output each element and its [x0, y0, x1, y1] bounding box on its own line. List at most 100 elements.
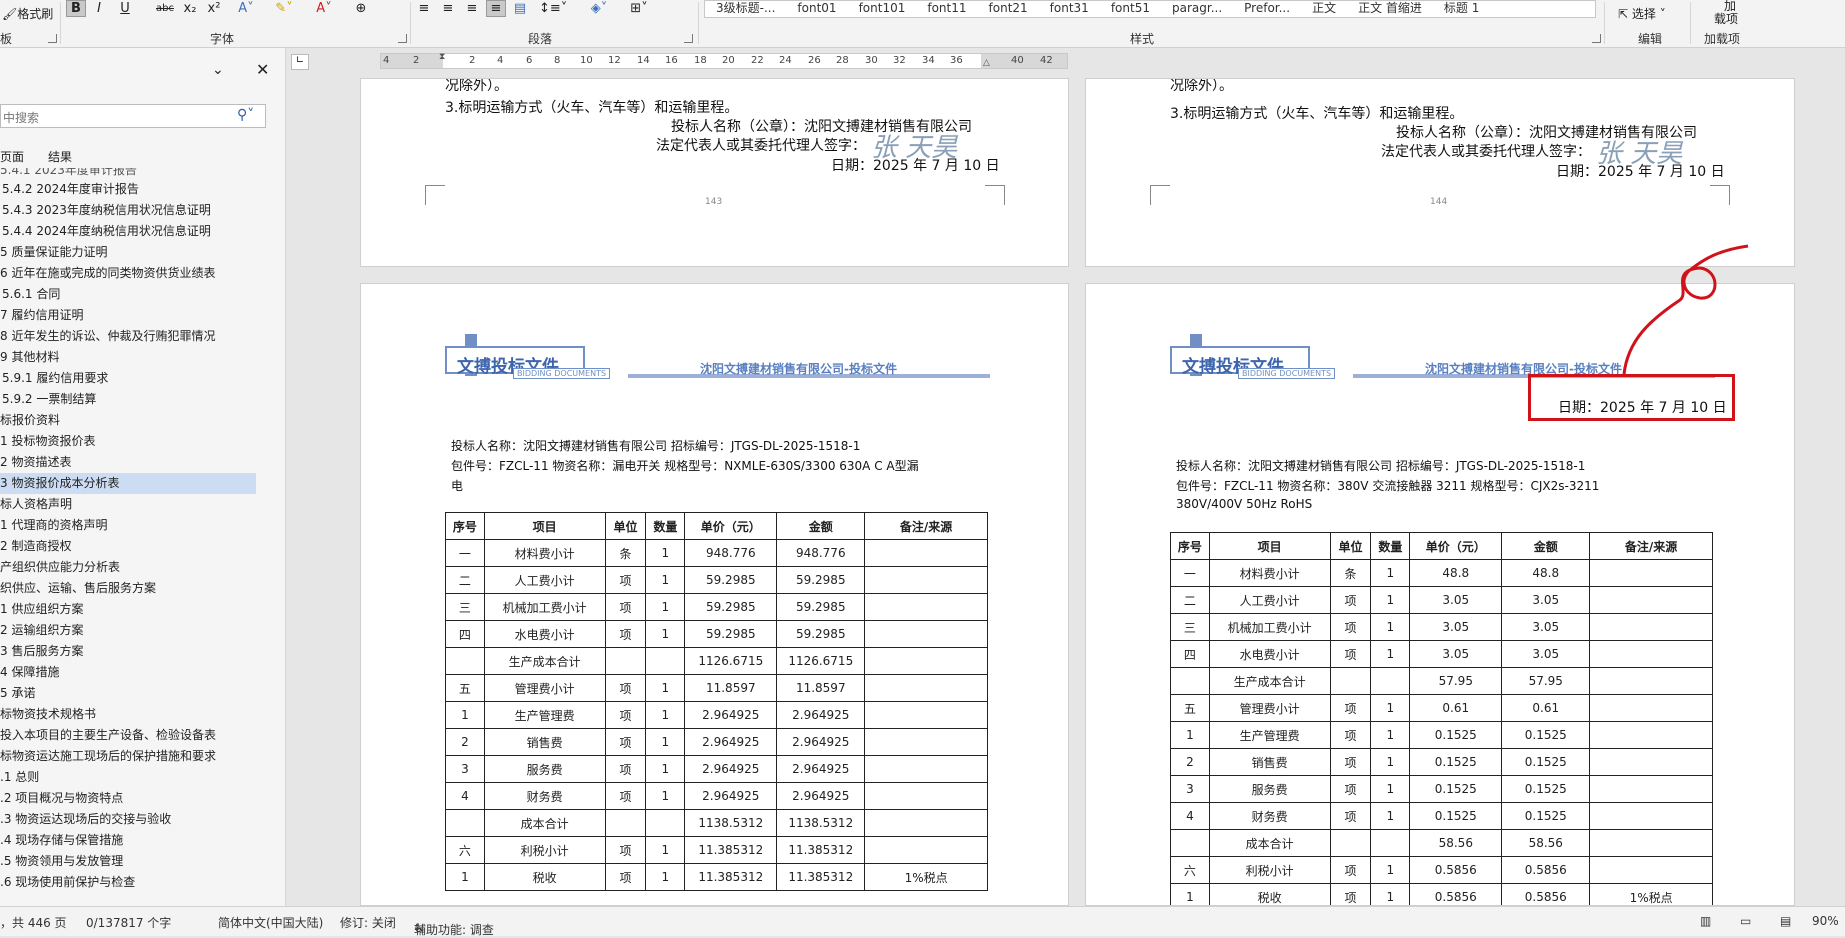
- style-item[interactable]: 正文: [1301, 1, 1347, 17]
- tab-selector-icon[interactable]: ∟: [291, 54, 309, 70]
- nav-item[interactable]: 5 质量保证能力证明: [0, 242, 256, 263]
- tab-results[interactable]: 结果: [48, 148, 72, 165]
- table-cell: 材料费小计: [1208, 559, 1331, 587]
- style-item[interactable]: 正文 首缩进: [1347, 1, 1433, 17]
- close-icon[interactable]: ✕: [256, 60, 269, 79]
- nav-item[interactable]: 标人资格声明: [0, 494, 256, 515]
- distributed-icon[interactable]: ▤: [510, 0, 530, 17]
- nav-item[interactable]: 5 承诺: [0, 683, 256, 704]
- nav-item[interactable]: 产组织供应能力分析表: [0, 557, 256, 578]
- language-status[interactable]: 简体中文(中国大陆): [218, 914, 323, 931]
- nav-item[interactable]: 投入本项目的主要生产设备、检验设备表: [0, 725, 256, 746]
- borders-icon[interactable]: ⊞˅: [624, 0, 654, 17]
- subscript-button[interactable]: x₂: [180, 0, 200, 17]
- nav-item[interactable]: 7 履约信用证明: [0, 305, 256, 326]
- nav-item[interactable]: .4 现场存储与保管措施: [0, 830, 256, 851]
- nav-item[interactable]: .2 项目概况与物资特点: [0, 788, 256, 809]
- chevron-down-icon[interactable]: ⌄: [212, 62, 224, 78]
- nav-item[interactable]: 标报价资料: [0, 410, 256, 431]
- nav-item[interactable]: 5.9.1 履约信用要求: [0, 368, 256, 389]
- page-count[interactable]: ，共 446 页: [0, 914, 67, 931]
- ruler-tick: 2: [413, 55, 420, 66]
- nav-item[interactable]: 1 投标物资报价表: [0, 431, 256, 452]
- nav-item[interactable]: .3 物资运达现场后的交接与验收: [0, 809, 256, 830]
- nav-item[interactable]: 5.4.3 2023年度纳税信用状况信息证明: [0, 200, 256, 221]
- nav-item[interactable]: .6 现场使用前保护与检查: [0, 872, 256, 893]
- divider: [1690, 2, 1691, 44]
- nav-item[interactable]: 6 近年在施或完成的同类物资供货业绩表: [0, 263, 256, 284]
- zoom-level[interactable]: 90%: [1812, 914, 1839, 928]
- style-item[interactable]: paragr...: [1161, 1, 1233, 17]
- read-mode-icon[interactable]: ▥: [1700, 914, 1711, 928]
- print-layout-icon[interactable]: ▭: [1740, 914, 1751, 928]
- nav-item[interactable]: .1 总则: [0, 767, 256, 788]
- style-item[interactable]: font11: [916, 1, 977, 17]
- track-changes-status[interactable]: 修订: 关闭: [340, 914, 396, 931]
- nav-item[interactable]: 5.6.1 合同: [0, 284, 256, 305]
- web-layout-icon[interactable]: ▤: [1780, 914, 1791, 928]
- style-item[interactable]: 3级标题-...: [705, 1, 786, 17]
- justify-icon[interactable]: ≡: [486, 0, 506, 17]
- search-icon[interactable]: ⚲˅: [237, 107, 254, 123]
- font-group-label: 字体: [210, 32, 235, 46]
- nav-item[interactable]: 1 代理商的资格声明: [0, 515, 256, 536]
- nav-item[interactable]: 标物资技术规格书: [0, 704, 256, 725]
- shading-icon[interactable]: ◈˅: [584, 0, 614, 17]
- nav-item[interactable]: 5.4.2 2024年度审计报告: [0, 179, 256, 200]
- styles-gallery[interactable]: 3级标题-... font01 font101 font11 font21 fo…: [704, 0, 1596, 18]
- horizontal-ruler[interactable]: 4 2 2 4 6 8 10 12 14 16 18 20 22 24 26 2…: [380, 52, 1068, 69]
- format-painter-button[interactable]: 🖌格式刷: [2, 5, 53, 22]
- select-button[interactable]: ⇱ 选择 ˅: [1618, 5, 1666, 22]
- clipboard-launcher-icon[interactable]: [48, 34, 57, 43]
- nav-item-selected[interactable]: 3 物资报价成本分析表: [0, 473, 256, 494]
- align-center-icon[interactable]: ≡: [438, 0, 458, 17]
- right-indent-marker-icon[interactable]: △: [983, 58, 990, 68]
- style-item[interactable]: font01: [786, 1, 847, 17]
- nav-item[interactable]: 3 售后服务方案: [0, 641, 256, 662]
- nav-item[interactable]: 2 物资描述表: [0, 452, 256, 473]
- style-item[interactable]: Prefor...: [1233, 1, 1301, 17]
- table-row: 四水电费小计项 1 59.2985 59.2985: [445, 620, 988, 648]
- nav-item[interactable]: 标物资运达施工现场后的保护措施和要求: [0, 746, 256, 767]
- align-right-icon[interactable]: ≡: [462, 0, 482, 17]
- nav-item[interactable]: 4 保障措施: [0, 662, 256, 683]
- nav-search-input[interactable]: 中搜索 ⚲˅: [0, 104, 266, 128]
- nav-item[interactable]: 2 运输组织方案: [0, 620, 256, 641]
- strikethrough-button[interactable]: abc: [154, 0, 176, 17]
- word-count[interactable]: 0/137817 个字: [86, 914, 171, 931]
- nav-item[interactable]: 9 其他材料: [0, 347, 256, 368]
- highlight-icon[interactable]: ✎˅: [270, 0, 298, 17]
- nav-item[interactable]: 1 供应组织方案: [0, 599, 256, 620]
- tab-pages[interactable]: 页面: [0, 148, 24, 165]
- font-launcher-icon[interactable]: [398, 34, 407, 43]
- paragraph-launcher-icon[interactable]: [684, 34, 693, 43]
- style-item[interactable]: font101: [848, 1, 917, 17]
- text-effects-icon[interactable]: A˅: [234, 0, 258, 17]
- nav-item[interactable]: 2 制造商授权: [0, 536, 256, 557]
- char-border-icon[interactable]: ⊕: [352, 0, 370, 17]
- ruler-tick: 22: [751, 55, 764, 66]
- nav-item[interactable]: 5.4.4 2024年度纳税信用状况信息证明: [0, 221, 256, 242]
- style-item[interactable]: font21: [978, 1, 1039, 17]
- underline-button[interactable]: U: [112, 0, 138, 17]
- font-color-icon[interactable]: A˅: [310, 0, 338, 17]
- style-item[interactable]: 标题 1: [1433, 1, 1490, 17]
- nav-item[interactable]: .5 物资领用与发放管理: [0, 851, 256, 872]
- nav-item[interactable]: 8 近年发生的诉讼、仲裁及行贿犯罪情况: [0, 326, 256, 347]
- indent-marker-icon[interactable]: ⧗: [439, 52, 445, 62]
- style-item[interactable]: font51: [1100, 1, 1161, 17]
- nav-item[interactable]: 5.4.1 2023年度审计报告: [0, 168, 256, 179]
- align-left-icon[interactable]: ≡: [414, 0, 434, 17]
- style-item[interactable]: font31: [1039, 1, 1100, 17]
- italic-button[interactable]: I: [90, 0, 108, 17]
- nav-item[interactable]: 织供应、运输、售后服务方案: [0, 578, 256, 599]
- table-cell: 2.964925: [684, 782, 778, 810]
- table-cell: [1589, 856, 1713, 884]
- superscript-button[interactable]: x²: [204, 0, 224, 17]
- styles-launcher-icon[interactable]: [1592, 34, 1601, 43]
- nav-item[interactable]: 5.9.2 一票制结算: [0, 389, 256, 410]
- addin-button[interactable]: 载项: [1714, 10, 1738, 27]
- bold-button[interactable]: B: [66, 0, 86, 17]
- line-spacing-icon[interactable]: ↕≡˅: [538, 0, 568, 17]
- addin-group-label: 加载项: [1704, 32, 1741, 46]
